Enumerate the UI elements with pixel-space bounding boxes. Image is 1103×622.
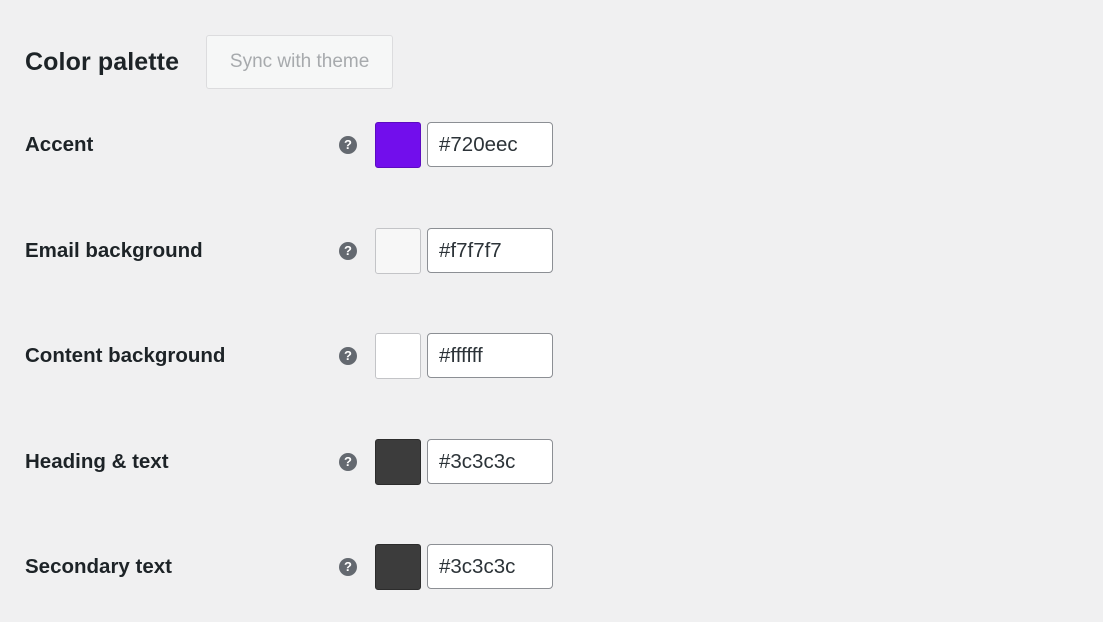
color-swatch[interactable]: [375, 439, 421, 485]
help-icon[interactable]: ?: [339, 136, 357, 154]
color-hex-input[interactable]: [427, 122, 553, 167]
color-swatch[interactable]: [375, 122, 421, 168]
color-hex-input[interactable]: [427, 228, 553, 273]
color-row-secondary-text: Secondary text ?: [0, 544, 1103, 590]
help-icon[interactable]: ?: [339, 453, 357, 471]
color-row-accent: Accent ?: [0, 122, 1103, 168]
color-label: Secondary text: [25, 555, 172, 578]
color-palette-settings: Color palette Sync with theme Accent ? E…: [0, 0, 1103, 622]
help-icon[interactable]: ?: [339, 558, 357, 576]
color-label: Content background: [25, 344, 226, 367]
help-icon[interactable]: ?: [339, 347, 357, 365]
help-icon[interactable]: ?: [339, 242, 357, 260]
section-header: Color palette Sync with theme: [25, 35, 394, 89]
sync-with-theme-button[interactable]: Sync with theme: [206, 35, 394, 89]
color-hex-input[interactable]: [427, 439, 553, 484]
color-label: Heading & text: [25, 450, 169, 473]
color-hex-input[interactable]: [427, 544, 553, 589]
color-swatch[interactable]: [375, 544, 421, 590]
color-row-heading-text: Heading & text ?: [0, 439, 1103, 485]
color-label: Email background: [25, 239, 203, 262]
color-row-email-background: Email background ?: [0, 228, 1103, 274]
color-swatch[interactable]: [375, 228, 421, 274]
color-row-content-background: Content background ?: [0, 333, 1103, 379]
color-hex-input[interactable]: [427, 333, 553, 378]
color-swatch[interactable]: [375, 333, 421, 379]
color-label: Accent: [25, 133, 94, 156]
section-title: Color palette: [25, 47, 180, 76]
